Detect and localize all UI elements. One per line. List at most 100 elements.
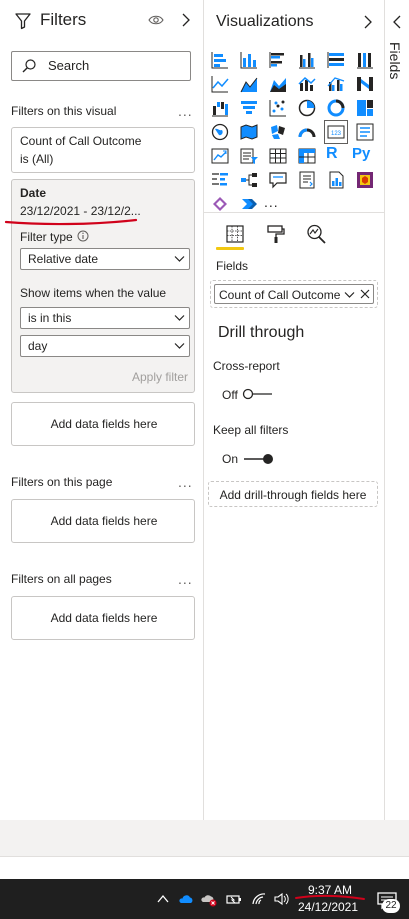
fields-collapsed-pane[interactable]: Fields	[385, 0, 409, 820]
volume-icon[interactable]	[273, 891, 289, 907]
paginated-report-icon[interactable]	[326, 170, 346, 190]
cross-report-toggle[interactable]	[242, 388, 274, 400]
r-visual-icon[interactable]: R	[326, 145, 346, 167]
unit-value: day	[28, 339, 48, 353]
visualizations-title: Visualizations	[216, 13, 314, 30]
taskbar-date[interactable]: 24/12/2021	[294, 900, 362, 914]
power-automate-icon[interactable]	[210, 194, 230, 214]
area-chart-icon[interactable]	[239, 74, 259, 94]
date-filter-card[interactable]: Date 23/12/2021 - 23/12/2... Filter type…	[11, 179, 195, 393]
qa-icon[interactable]	[268, 170, 288, 190]
stacked-bar-icon[interactable]	[210, 50, 230, 70]
table-icon[interactable]	[268, 146, 288, 166]
power-apps-icon[interactable]	[355, 170, 375, 190]
field-pill-label: Count of Call Outcome	[219, 288, 341, 302]
chevron-down-icon	[174, 343, 185, 349]
stacked-column-icon[interactable]	[239, 50, 259, 70]
decomposition-tree-icon[interactable]	[239, 170, 259, 190]
chevron-left-icon[interactable]	[392, 14, 402, 30]
wifi-icon[interactable]	[251, 891, 267, 907]
filter-type-dropdown[interactable]: Relative date	[20, 248, 190, 270]
add-fields-label: Add data fields here	[50, 611, 158, 625]
gauge-icon[interactable]	[297, 122, 317, 142]
treemap-icon[interactable]	[355, 98, 375, 118]
arcgis-icon[interactable]	[239, 194, 259, 214]
keep-all-filters-toggle[interactable]	[242, 453, 274, 465]
remove-field-close-icon[interactable]	[360, 289, 370, 299]
format-paint-roller-icon[interactable]	[265, 223, 287, 245]
smart-narrative-icon[interactable]	[297, 170, 317, 190]
clustered-column-icon[interactable]	[297, 50, 317, 70]
add-fields-label: Add data fields here	[50, 514, 158, 528]
onedrive-cloud-icon[interactable]	[178, 891, 194, 907]
donut-icon[interactable]	[326, 98, 346, 118]
filters-on-all-pages-heading: Filters on all pages	[11, 572, 112, 586]
drill-through-fields-well[interactable]: Add drill-through fields here	[208, 481, 378, 507]
windows-taskbar: 9:37 AM 24/12/2021 22	[0, 879, 409, 919]
drill-well-label: Add drill-through fields here	[219, 488, 367, 502]
date-filter-range: 23/12/2021 - 23/12/2...	[20, 204, 141, 218]
status-area	[0, 856, 409, 879]
add-all-pages-fields-well[interactable]: Add data fields here	[11, 596, 195, 640]
line-chart-icon[interactable]	[210, 74, 230, 94]
add-fields-label: Add data fields here	[50, 417, 158, 431]
waterfall-icon[interactable]	[210, 98, 230, 118]
chevron-up-icon[interactable]	[155, 891, 171, 907]
filters-on-all-pages-more-icon[interactable]: ...	[178, 571, 193, 587]
slicer-icon[interactable]	[239, 146, 259, 166]
matrix-icon[interactable]	[297, 146, 317, 166]
funnel-chart-icon[interactable]	[239, 98, 259, 118]
unit-dropdown[interactable]: day	[20, 335, 190, 357]
python-visual-icon[interactable]: Py	[352, 145, 378, 167]
battery-icon[interactable]	[226, 891, 242, 907]
ribbon-chart-icon[interactable]	[355, 74, 375, 94]
fields-well-label: Fields	[216, 259, 249, 273]
collapse-filters-chevron-icon[interactable]	[179, 12, 193, 28]
clustered-bar-icon[interactable]	[268, 50, 288, 70]
stacked-area-icon[interactable]	[268, 74, 288, 94]
key-influencers-icon[interactable]	[210, 170, 230, 190]
notifications-badge: 22	[382, 899, 400, 913]
chevron-down-icon[interactable]	[344, 291, 355, 299]
filters-title: Filters	[40, 10, 87, 29]
count-of-call-outcome-field[interactable]: Count of Call Outcome	[214, 284, 374, 304]
more-visuals-icon[interactable]: ...	[264, 194, 279, 210]
filters-on-page-more-icon[interactable]: ...	[178, 474, 193, 490]
map-icon[interactable]	[210, 122, 230, 142]
filter-type-value: Relative date	[28, 252, 99, 266]
svg-text:123: 123	[331, 131, 342, 137]
card-icon[interactable]: 123	[324, 120, 348, 144]
active-tab-indicator	[216, 247, 244, 250]
filters-search-input[interactable]: Search	[11, 51, 191, 81]
info-icon[interactable]	[77, 230, 89, 242]
fields-pane-label: Fields	[387, 42, 403, 80]
scatter-icon[interactable]	[268, 98, 288, 118]
collapse-visualizations-chevron-icon[interactable]	[362, 14, 374, 30]
apply-filter-button[interactable]: Apply filter	[132, 370, 188, 384]
show-items-label: Show items when the value	[20, 286, 167, 300]
multirow-card-icon[interactable]	[355, 122, 375, 142]
100-bar-icon[interactable]	[326, 50, 346, 70]
kpi-icon[interactable]	[210, 146, 230, 166]
add-visual-fields-well[interactable]: Add data fields here	[11, 402, 195, 446]
filter-type-label: Filter type	[20, 230, 73, 244]
operator-dropdown[interactable]: is in this	[20, 307, 190, 329]
call-outcome-filter-card[interactable]: Count of Call Outcome is (All)	[11, 127, 195, 173]
line-clustered-column-icon[interactable]	[326, 74, 346, 94]
fields-tab-icon[interactable]	[224, 223, 246, 245]
100-column-icon[interactable]	[355, 50, 375, 70]
shape-map-icon[interactable]	[268, 122, 288, 142]
analytics-magnifier-icon[interactable]	[305, 223, 327, 245]
drill-through-heading: Drill through	[218, 324, 305, 341]
filters-on-visual-more-icon[interactable]: ...	[178, 103, 193, 119]
chevron-down-icon	[174, 256, 185, 262]
funnel-icon	[15, 13, 31, 30]
filled-map-icon[interactable]	[239, 122, 259, 142]
fields-well[interactable]: Count of Call Outcome	[210, 280, 378, 308]
add-page-fields-well[interactable]: Add data fields here	[11, 499, 195, 543]
gallery-separator	[204, 212, 385, 213]
eye-icon[interactable]	[148, 13, 164, 27]
pie-icon[interactable]	[297, 98, 317, 118]
cloud-error-icon[interactable]	[201, 891, 217, 907]
line-column-icon[interactable]	[297, 74, 317, 94]
